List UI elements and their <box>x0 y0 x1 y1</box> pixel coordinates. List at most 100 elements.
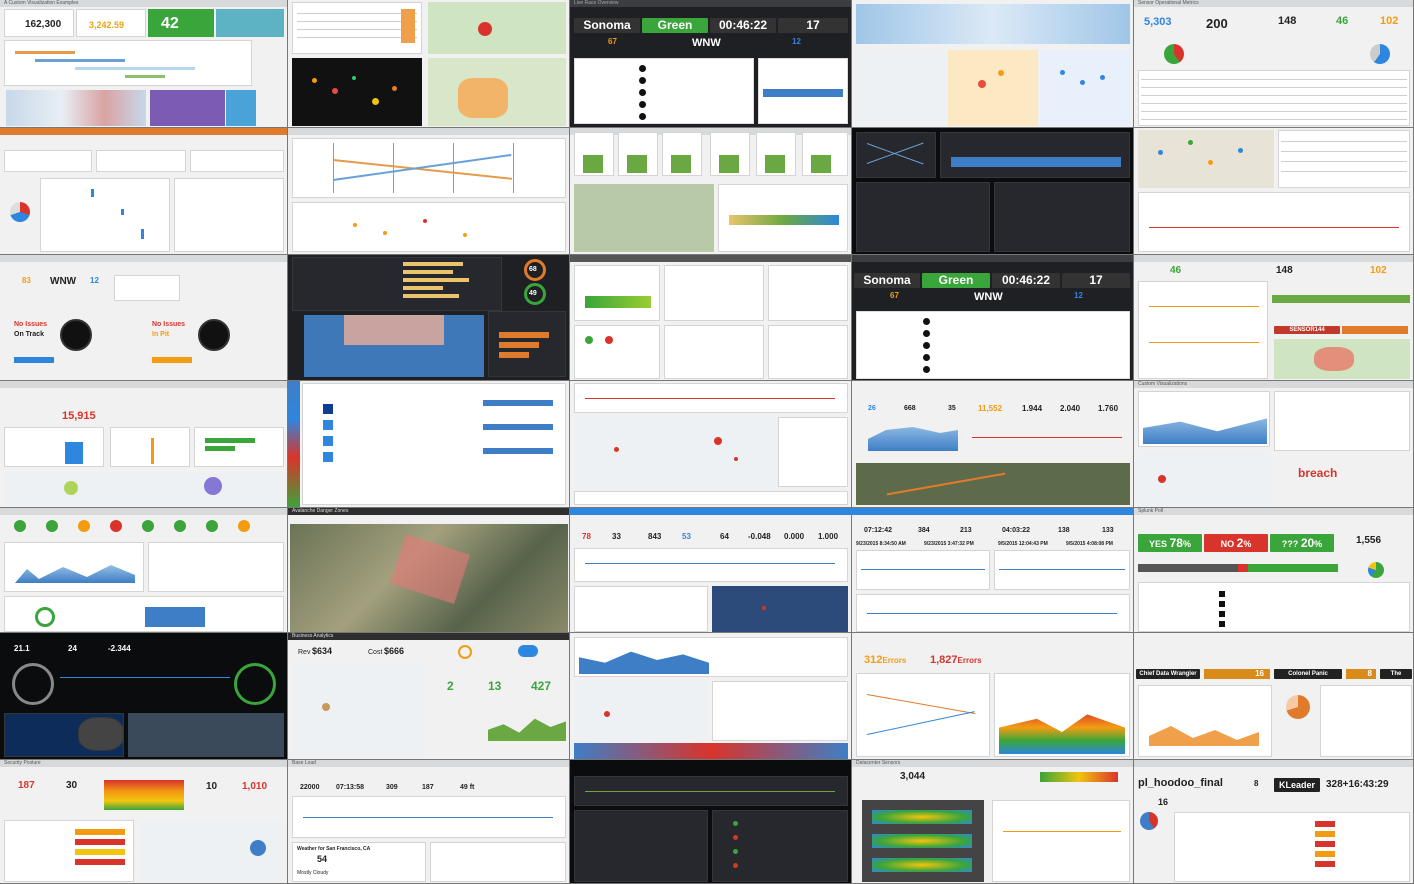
tile-avalanche[interactable]: Avalanche Danger Zones <box>288 508 570 633</box>
tile-sensor-metrics[interactable]: Sensor Operational Metrics 5,303 200 148… <box>1134 0 1414 128</box>
status-text: No Issues <box>14 321 48 328</box>
tile-nascar[interactable]: 83 WNW 12 No Issues On Track No Issues I… <box>0 255 288 381</box>
tile-it-operations[interactable] <box>570 255 852 381</box>
flag-status: Green <box>642 18 708 33</box>
tile-connected-car[interactable]: 21.1 24 -2.344 <box>0 633 288 760</box>
world-map <box>948 50 1038 126</box>
error-value: 1,827 <box>930 654 958 666</box>
status-panel <box>756 132 796 176</box>
leader-name: The Freeman <box>1380 669 1412 679</box>
tile-single-stats[interactable]: 26 668 35 11,552 1.944 2.040 1.760 <box>852 381 1134 508</box>
stacked-area-chart <box>994 673 1130 757</box>
gauge-value: 68 <box>529 266 537 273</box>
tile-custom-viz-2[interactable]: Custom Visualizations breach <box>1134 381 1414 508</box>
tile-network[interactable] <box>570 633 852 760</box>
tile-base-load[interactable]: Base Load 22000 07:13:58 309 187 49 ft W… <box>288 760 570 884</box>
tile-custom-viz[interactable]: A Custom Visualization Examples 162,300 … <box>0 0 288 128</box>
tile-title: Custom Visualizations <box>1138 381 1188 387</box>
tile-dark-metrics[interactable] <box>570 760 852 884</box>
tile-race-overview-2[interactable]: Sonoma Green 00:46:22 17 67 WNW 12 <box>852 255 1134 381</box>
tile-security-posture[interactable]: Security Posture 187 30 10 1,010 <box>0 760 288 884</box>
warning-icon <box>238 520 250 532</box>
tile-header <box>1134 508 1413 515</box>
weather-condition: Mostly Cloudy <box>297 870 329 876</box>
line-chart <box>972 437 1122 438</box>
tile-timeseries[interactable]: 07:12:42 384 213 04:03:22 138 133 9/23/2… <box>852 508 1134 633</box>
stat: 668 <box>904 405 916 412</box>
stat: 11,552 <box>978 404 1003 413</box>
kpi-panel <box>96 150 186 172</box>
table-panel <box>574 586 708 632</box>
check-icon <box>142 520 154 532</box>
chart-panel <box>574 265 660 321</box>
stat: 2.040 <box>1060 404 1081 413</box>
tile-business-analytics[interactable]: Business Analytics Rev $634 Cost $666 2 … <box>288 633 570 760</box>
dashboard-collage: A Custom Visualization Examples 162,300 … <box>0 0 1414 884</box>
tile-race-overview[interactable]: Live Race Overview Sonoma Green 00:46:22… <box>570 0 852 128</box>
area-chart <box>488 718 566 741</box>
kpi-value: 42 <box>161 15 179 32</box>
tile-geo-maps[interactable] <box>288 0 570 128</box>
tile-event-list[interactable] <box>288 381 570 508</box>
chart-panel <box>940 132 1130 178</box>
status-panel <box>710 132 750 176</box>
temperature: 54 <box>317 854 328 864</box>
standings-table <box>856 311 1130 379</box>
security-kpi: 1,010 <box>242 781 268 792</box>
tile-title: Sensor Operational Metrics <box>1138 0 1199 6</box>
scatter-map <box>292 58 422 126</box>
tile-header <box>288 128 569 135</box>
poll-no: NO 2% <box>1204 534 1268 552</box>
date-label: 9/23/2015 3:47:32 PM <box>924 541 974 547</box>
table-panel <box>292 2 422 54</box>
race-clock: 00:46:22 <box>992 273 1060 288</box>
stat: 35 <box>948 405 956 412</box>
gantt-panel <box>4 40 252 86</box>
tile-header <box>852 255 1133 262</box>
tile-geo-events[interactable] <box>570 381 852 508</box>
dot-chart <box>292 202 566 252</box>
tile-map-table[interactable] <box>1134 128 1414 255</box>
parallel-coordinates <box>856 673 990 757</box>
run-name: pl_hoodoo_final <box>1138 777 1223 789</box>
tile-header <box>1134 255 1413 262</box>
choropleth-map <box>428 58 566 126</box>
date-label: 9/5/2015 4:08:08 PM <box>1066 541 1113 547</box>
tile-env-sensors[interactable]: 46 148 102 SENSOR144 <box>1134 255 1414 381</box>
tile-world-maps[interactable] <box>852 0 1134 128</box>
tile-dark-analytics[interactable] <box>852 128 1134 255</box>
rev-label: Rev <box>298 649 311 656</box>
status-panel <box>662 132 702 176</box>
tile-leaderboard[interactable]: Chief Data Wrangler 16 Colonel Panic 8 T… <box>1134 633 1414 760</box>
tile-parallel-coords[interactable] <box>288 128 570 255</box>
env-kpi: 46 <box>1170 265 1182 276</box>
track-name: Sonoma <box>574 18 640 33</box>
speed: 12 <box>792 37 801 46</box>
security-kpi: 187 <box>18 780 35 791</box>
tile-ops-visibility[interactable] <box>0 508 288 633</box>
error-label: Errors <box>957 656 982 665</box>
tile-app-metrics[interactable] <box>0 128 288 255</box>
cost-value: $666 <box>384 646 405 656</box>
tile-hoodoo[interactable]: pl_hoodoo_final 8 KLeader 328+16:43:29 1… <box>1134 760 1414 884</box>
tile-stadium[interactable]: 68 49 <box>288 255 570 381</box>
leader-value: 16 <box>1255 669 1264 678</box>
tile-web-analytics[interactable]: 15,915 <box>0 381 288 508</box>
time-kpi: 384 <box>918 527 930 534</box>
pie-chart <box>1140 812 1158 830</box>
tracker-kpi: -0.048 <box>748 532 771 541</box>
tile-poll[interactable]: Splunk Poll YES 78% NO 2% ??? 20% 1,556 <box>1134 508 1414 633</box>
tile-tracker[interactable]: 78 33 843 53 64 -0.048 0.000 1.000 <box>570 508 852 633</box>
biz-kpi: 2 <box>447 679 454 693</box>
progress-bar <box>152 357 192 363</box>
date-label: 9/23/2015 8:34:50 AM <box>856 541 906 547</box>
tile-datacenter[interactable]: Datacenter Sensors 3,044 <box>852 760 1134 884</box>
kpi-value: 15,915 <box>62 410 96 422</box>
tile-app-delivery[interactable]: 312Errors 1,827Errors <box>852 633 1134 760</box>
line-chart <box>60 677 230 678</box>
terrain-map <box>574 184 714 252</box>
tracker-kpi: 64 <box>720 532 729 541</box>
range-chart <box>718 184 848 252</box>
error-label: Errors <box>882 656 907 665</box>
tile-status-dashboard[interactable] <box>570 128 852 255</box>
